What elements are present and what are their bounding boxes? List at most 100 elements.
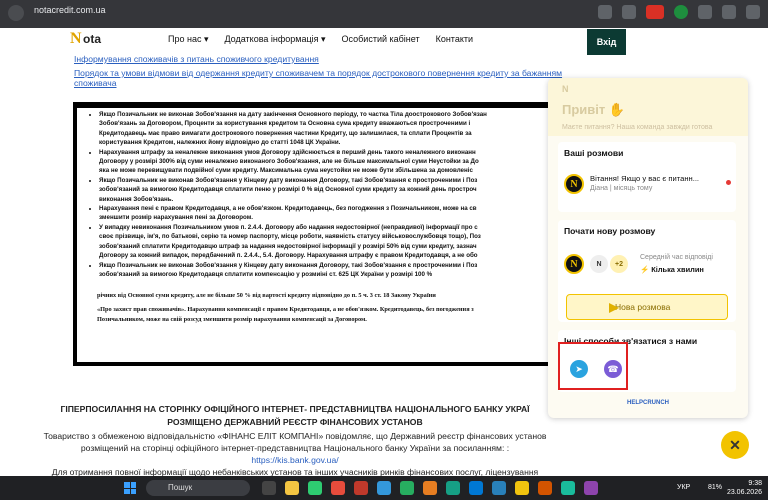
- link-refusal-terms-cont[interactable]: споживача: [74, 78, 117, 88]
- doc-line: яка не може перевищувати подвійної суми …: [99, 167, 473, 175]
- doc-line: зобов'язаний за вимогою Кредитодавця спл…: [99, 186, 477, 194]
- doc-line: Нарахування штрафу за неналежне виконанн…: [99, 148, 558, 157]
- new-chat-label: Нова розмова: [615, 302, 671, 312]
- doc-line: Договору за кожний випадок, передбачений…: [99, 252, 478, 260]
- app-icon[interactable]: [423, 481, 437, 495]
- clock-icon: ⚡: [640, 265, 650, 274]
- avg-response-text: Кілька хвилин: [651, 265, 704, 274]
- app-icon[interactable]: [446, 481, 460, 495]
- doc-line: зобов'язаний за вимогою Кредитодавця спл…: [99, 270, 433, 278]
- app-icon[interactable]: [492, 481, 506, 495]
- adblock-extension-icon[interactable]: [646, 5, 664, 19]
- nav-personal-cabinet[interactable]: Особистий кабінет: [342, 34, 420, 45]
- explorer-icon[interactable]: [285, 481, 299, 495]
- clock[interactable]: 9:38 23.06.2026: [727, 479, 762, 497]
- app-icon[interactable]: [377, 481, 391, 495]
- login-button[interactable]: Вхід: [587, 29, 626, 55]
- logo-mark: N: [70, 30, 82, 47]
- doc-line: користування Кредитом, належних йому від…: [99, 139, 341, 147]
- nav-additional-info[interactable]: Додаткова інформація ▾: [224, 34, 325, 45]
- star-icon[interactable]: [622, 5, 636, 19]
- clock-date: 23.06.2026: [726, 489, 762, 496]
- battery-indicator[interactable]: 81%: [708, 484, 722, 491]
- kis-link[interactable]: https://kis.bank.gov.ua/: [40, 455, 550, 465]
- address-bar[interactable]: notacredit.com.ua: [34, 5, 106, 15]
- doc-tail-line: Позичальником, може на свій розсуд зменш…: [97, 316, 367, 324]
- your-chats-card: Ваші розмови N Вітання! Якщо у вас є пит…: [558, 142, 736, 212]
- app-icon[interactable]: [561, 481, 575, 495]
- main-nav: Про нас ▾ Додаткова інформація ▾ Особист…: [168, 34, 473, 45]
- conversation-meta: Діана | місяць тому: [590, 185, 653, 192]
- link-refusal-terms[interactable]: Порядок та умови відмови від одержання к…: [74, 68, 562, 78]
- chat-logo: N: [562, 84, 569, 94]
- contract-bullets: Якщо Позичальник не виконав Зобов'язання…: [77, 108, 558, 279]
- task-view-icon[interactable]: [262, 481, 276, 495]
- new-chat-title: Почати нову розмову: [564, 226, 656, 236]
- app-icon[interactable]: [354, 481, 368, 495]
- chat-greeting: Привіт ✋: [562, 102, 626, 117]
- conversation-avatar: N: [564, 174, 584, 194]
- eye-off-icon[interactable]: [598, 5, 612, 19]
- nbu-heading-1: ГІПЕРПОСИЛАННЯ НА СТОРІНКУ ОФІЦІЙНОГО ІН…: [60, 404, 530, 414]
- avg-response-label: Середній час відповіді: [640, 254, 713, 261]
- doc-line: своє прізвище, ім'я, по батькові, серію …: [99, 233, 481, 241]
- profile-icon[interactable]: [722, 5, 736, 19]
- highlight-box: [558, 342, 628, 390]
- team-avatar-n: N: [590, 255, 608, 273]
- taskbar-search[interactable]: Пошук: [146, 480, 250, 496]
- viber-taskbar-icon[interactable]: [584, 481, 598, 495]
- site-logo[interactable]: N ota: [70, 28, 118, 52]
- doc-line: виконання Зобов'язань.: [99, 195, 174, 203]
- opera-icon[interactable]: [331, 481, 345, 495]
- doc-tail-line: «Про захист прав споживачів». Нарахуванн…: [97, 306, 474, 314]
- conversation-message: Вітання! Якщо у вас є питанн...: [590, 174, 700, 183]
- windows-taskbar: Пошук УКР 81% 9:38 23.06.2026: [0, 476, 768, 500]
- doc-line: Договору у розмірі 300% від суми неналеж…: [99, 158, 479, 166]
- start-icon[interactable]: [124, 482, 136, 494]
- nav-about[interactable]: Про нас ▾: [168, 34, 208, 45]
- extension-icon[interactable]: [674, 5, 688, 19]
- doc-line: Кредитодавець має право вимагати дострок…: [99, 129, 472, 137]
- doc-line: Зобов'язань за Договором, Проценти за ко…: [99, 120, 471, 128]
- browser-toolbar: notacredit.com.ua: [0, 0, 768, 28]
- body-paragraph-1: Товариство з обмеженою відповідальністю …: [43, 431, 547, 441]
- chrome-icon[interactable]: [515, 481, 529, 495]
- browser-toolbar-icons: [598, 5, 760, 19]
- your-chats-title: Ваші розмови: [564, 148, 624, 158]
- doc-tail-line: річних від Основної суми кредиту, але не…: [97, 292, 436, 300]
- conversation-item[interactable]: N Вітання! Якщо у вас є питанн... Діана …: [558, 164, 736, 204]
- body-paragraph-2: розміщений на сторінці офіційного інтерн…: [80, 443, 510, 453]
- doc-line: зобов'язаний сплатити Кредитодавцю штраф…: [99, 242, 477, 250]
- nav-contacts[interactable]: Контакти: [436, 34, 473, 45]
- link-consumer-info[interactable]: Інформування споживачів з питань споживч…: [74, 54, 319, 64]
- team-avatar-more: +2: [610, 255, 628, 273]
- doc-line: зменшити розмір нарахування пені за Дого…: [99, 214, 254, 222]
- doc-line: Нарахування пені є правом Кредитодавця, …: [99, 204, 558, 213]
- menu-icon[interactable]: [746, 5, 760, 19]
- doc-line: Якщо Позичальник не виконав Зобов'язання…: [99, 176, 558, 185]
- doc-line: Якщо Позичальник не виконав Зобов'язання…: [99, 261, 558, 270]
- taskbar-apps: [262, 481, 598, 495]
- powered-by[interactable]: HELPCRUNCH: [548, 400, 748, 406]
- nbu-heading-2: РОЗМІЩЕНО ДЕРЖАВНИЙ РЕЄСТР ФІНАНСОВИХ УС…: [167, 417, 423, 427]
- chat-header: N Привіт ✋ Маєте питання? Наша команда з…: [548, 78, 748, 136]
- unread-dot: [726, 180, 731, 185]
- team-avatar-logo: N: [564, 254, 584, 274]
- new-chat-button[interactable]: Нова розмова: [566, 294, 728, 320]
- dropbox-icon[interactable]: [469, 481, 483, 495]
- app-icon[interactable]: [538, 481, 552, 495]
- chat-close-button[interactable]: ✕: [721, 431, 749, 459]
- site-info-icon[interactable]: [8, 5, 24, 21]
- site-header: N ota Про нас ▾ Додаткова інформація ▾ О…: [0, 28, 768, 52]
- avg-response-value: ⚡ Кілька хвилин: [640, 265, 704, 274]
- doc-line: Якщо Позичальник не виконав Зобов'язання…: [99, 110, 558, 119]
- chat-subtitle: Маєте питання? Наша команда завжди готов…: [562, 124, 713, 131]
- logo-text: ota: [83, 32, 101, 46]
- doc-line: У випадку невиконання Позичальником умов…: [99, 223, 558, 232]
- language-indicator[interactable]: УКР: [677, 484, 690, 491]
- app-icon[interactable]: [308, 481, 322, 495]
- download-icon[interactable]: [698, 5, 712, 19]
- app-icon[interactable]: [400, 481, 414, 495]
- new-chat-card: Почати нову розмову N N +2 Середній час …: [558, 220, 736, 322]
- send-icon: [609, 303, 619, 313]
